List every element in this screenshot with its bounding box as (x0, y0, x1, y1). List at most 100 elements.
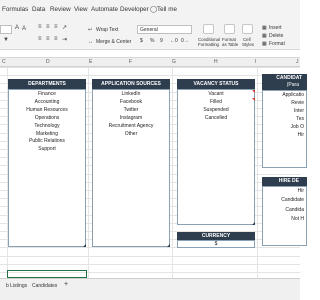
menu-formulas[interactable]: Formulas (2, 6, 28, 13)
table-item[interactable]: Cancelled (178, 115, 254, 121)
grid-row-line (0, 67, 300, 68)
table-item[interactable]: Finance (9, 91, 85, 97)
currency-format-button[interactable]: $ (140, 38, 143, 44)
currency-value[interactable]: $ (178, 241, 254, 247)
align-top-icon[interactable]: ≡ (38, 24, 42, 30)
comment-indicator[interactable] (252, 98, 255, 101)
menu-view[interactable]: View (74, 6, 88, 13)
grid-column-line (172, 67, 173, 278)
comma-format-button[interactable]: 9 (160, 38, 163, 44)
column-header-c[interactable]: C (2, 59, 6, 65)
align-bottom-icon[interactable]: ≡ (54, 24, 58, 30)
indent-icon[interactable]: ⇥ (62, 36, 67, 43)
menu-data[interactable]: Data (32, 6, 45, 13)
menu-automate[interactable]: Automate (91, 6, 118, 13)
grid-row-line (0, 75, 300, 77)
table-item[interactable]: Operations (9, 115, 85, 121)
grid-column-line (257, 67, 258, 278)
table-item[interactable]: Vacant (178, 91, 254, 97)
format-button[interactable]: Format (269, 41, 285, 47)
table-item[interactable]: Revie (263, 100, 306, 106)
format-icon: ▦ (262, 41, 267, 47)
column-header-g[interactable]: G (172, 59, 176, 65)
column-header-j[interactable]: J (296, 59, 299, 65)
cell-styles-label-2[interactable]: Styles (242, 42, 254, 47)
table-item[interactable]: Technology (9, 123, 85, 129)
table-item[interactable]: Applicatio (263, 92, 306, 98)
delete-icon: ▦ (262, 33, 267, 39)
add-sheet-button[interactable]: + (64, 281, 68, 288)
table-item[interactable]: Hir (263, 132, 306, 138)
conditional-formatting-label-2[interactable]: Formatting (198, 42, 219, 47)
column-header-f[interactable]: F (129, 59, 132, 65)
table-item[interactable]: Suspended (178, 107, 254, 113)
table-item[interactable]: Facebook (93, 99, 169, 105)
column-header-bar: C D E F G H I J (0, 58, 300, 67)
align-right-icon[interactable]: ≡ (54, 36, 58, 42)
selected-cell[interactable] (7, 270, 87, 278)
column-header-i[interactable]: I (255, 59, 256, 65)
percent-format-button[interactable]: % (150, 38, 154, 44)
increase-decimal-icon[interactable]: ←0 (170, 38, 178, 44)
menu-developer[interactable]: Developer (120, 6, 149, 13)
number-format-select[interactable]: General (137, 25, 192, 34)
column-header-e[interactable]: E (89, 59, 92, 65)
column-header-d[interactable]: D (46, 59, 50, 65)
table-resize-handle[interactable] (83, 244, 86, 247)
menu-tell-me[interactable]: Tell me (157, 6, 177, 13)
table-item[interactable]: Other (93, 131, 169, 137)
table-item[interactable]: Candidate (263, 197, 306, 203)
table-item[interactable]: Accounting (9, 99, 85, 105)
table-item[interactable]: Recruitment Agency (93, 123, 169, 129)
table-item[interactable]: Public Relations (9, 138, 85, 144)
align-middle-icon[interactable]: ≡ (46, 24, 50, 30)
merge-icon: ↔ (88, 39, 93, 45)
table-resize-handle[interactable] (252, 222, 255, 225)
table-item[interactable]: Marketing (9, 131, 85, 137)
align-left-icon[interactable]: ≡ (38, 36, 42, 42)
table-item[interactable]: Candida (263, 207, 306, 213)
grow-font-icon[interactable]: A (15, 25, 19, 31)
decrease-decimal-icon[interactable]: 0→ (181, 38, 189, 44)
table-item[interactable]: Job O (263, 124, 306, 130)
orientation-icon[interactable]: ↗ (62, 24, 67, 31)
table-item[interactable]: Inter (263, 108, 306, 114)
insert-button[interactable]: Insert (269, 25, 282, 31)
lightbulb-icon: ◯ (150, 6, 158, 13)
table-resize-handle[interactable] (167, 244, 170, 247)
format-as-table-label-2[interactable]: as Table (222, 42, 238, 47)
table-item[interactable]: Not H (263, 216, 306, 222)
merge-center-button[interactable]: Merge & Center (96, 39, 131, 45)
sheet-tab-candidates[interactable]: Candidates (32, 283, 57, 289)
align-center-icon[interactable]: ≡ (46, 36, 50, 42)
font-size-select[interactable] (0, 25, 12, 34)
table-item[interactable]: Twitter (93, 107, 169, 113)
candidate-status-table-body: Applicatio Revie Inter Tes Job O Hir (262, 90, 307, 168)
conditional-formatting-icon (203, 24, 214, 34)
table-item[interactable]: Support (9, 146, 85, 152)
application-sources-table-body: LinkedIn Facebook Twitter Instagram Recruitm… (92, 89, 170, 247)
table-item[interactable]: LinkedIn (93, 91, 169, 97)
comment-indicator[interactable] (252, 90, 255, 93)
table-item[interactable]: Human Resources (9, 107, 85, 113)
hire-decision-table-body: Hir Candidate Candida Not H (262, 186, 307, 246)
vacancy-status-table-body: Vacant Filled Suspended Cancelled (177, 89, 255, 225)
application-sources-header: APPLICATION SOURCES (92, 79, 170, 89)
wrap-text-button[interactable]: Wrap Text (96, 27, 118, 33)
sheet-tab-job-listings[interactable]: b Listings (6, 283, 27, 289)
wrap-text-icon: ↩ (88, 27, 93, 33)
table-item[interactable]: Filled (178, 99, 254, 105)
table-item[interactable]: Hir (263, 188, 306, 194)
departments-table-body: Finance Accounting Human Resources Operatio… (8, 89, 86, 247)
departments-header: DEPARTMENTS (8, 79, 86, 89)
formula-bar[interactable] (0, 50, 300, 58)
grid-row-line (0, 255, 300, 257)
column-header-h[interactable]: H (214, 59, 218, 65)
table-item[interactable]: Instagram (93, 115, 169, 121)
menu-review[interactable]: Review (50, 6, 71, 13)
hire-decision-header: HIRE DE (262, 177, 307, 186)
table-item[interactable]: Tes (263, 116, 306, 122)
delete-button[interactable]: Delete (269, 33, 283, 39)
shrink-font-icon[interactable]: A (22, 26, 26, 32)
font-color-icon[interactable]: ▼ (3, 37, 9, 43)
